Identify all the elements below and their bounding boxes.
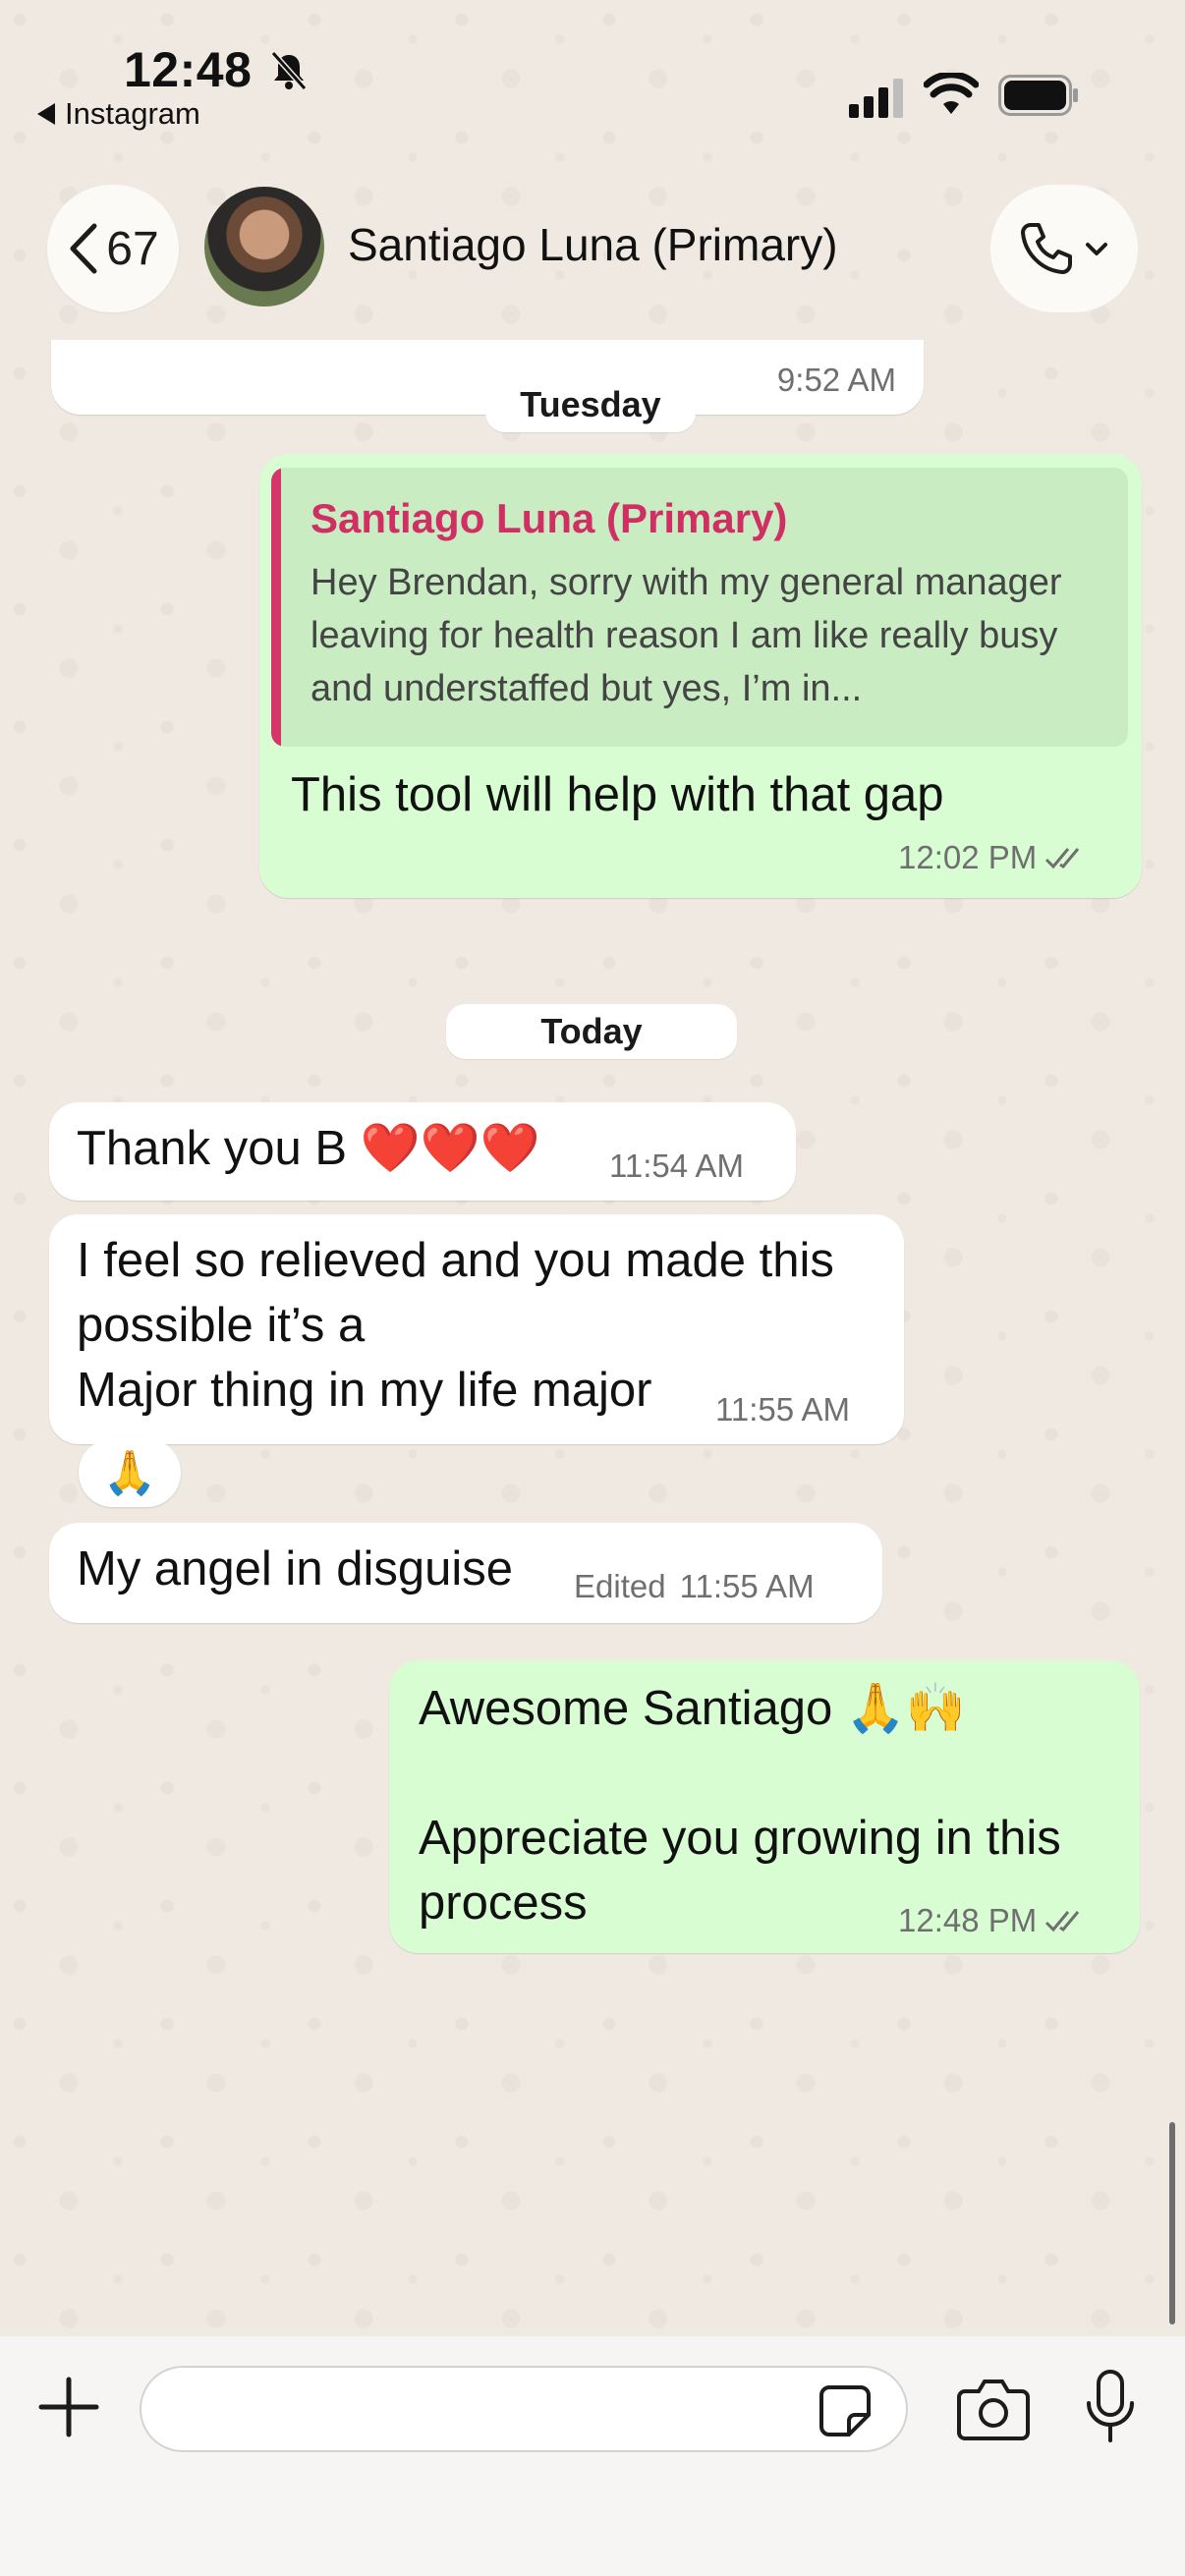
quote-author: Santiago Luna (Primary) — [310, 495, 788, 541]
date-separator-today: Today — [446, 1004, 737, 1059]
back-button[interactable]: 67 — [47, 185, 179, 312]
chevron-left-icon — [70, 223, 97, 274]
bell-off-icon — [270, 51, 308, 90]
back-app-label: Instagram — [65, 96, 200, 131]
phone-icon — [1021, 223, 1072, 274]
time-label: 11:55 AM — [715, 1391, 850, 1428]
avatar[interactable] — [204, 187, 324, 307]
call-button[interactable] — [990, 185, 1138, 312]
double-check-icon — [1045, 848, 1080, 869]
message-time: 11:55 AM — [715, 1391, 850, 1428]
quote-accent-bar — [271, 468, 281, 747]
status-bar: 12:48 Instagram — [0, 0, 1185, 147]
message-text: Thank you B ❤️❤️❤️ — [77, 1122, 540, 1175]
message-text: Awesome Santiago 🙏🙌 Appreciate you growi… — [419, 1682, 1061, 1930]
message-time: 11:54 AM — [609, 1148, 744, 1185]
double-check-icon — [1045, 1911, 1080, 1932]
wifi-icon — [924, 73, 979, 114]
battery-icon — [998, 75, 1078, 116]
sticker-icon[interactable] — [816, 2381, 875, 2440]
message-input[interactable] — [140, 2366, 908, 2452]
camera-icon[interactable] — [957, 2376, 1030, 2440]
time-label: 12:02 PM — [898, 839, 1038, 875]
message-text: My angel in disguise — [77, 1542, 513, 1596]
date-separator-tuesday: Tuesday — [485, 377, 696, 432]
contact-name[interactable]: Santiago Luna (Primary) — [348, 218, 838, 271]
time-label: 11:55 AM — [679, 1568, 815, 1604]
message-reaction[interactable]: 🙏 — [79, 1438, 181, 1507]
status-time: 12:48 — [124, 42, 253, 97]
message-text: This tool will help with that gap — [291, 768, 944, 821]
message-composer — [0, 2336, 1185, 2576]
time-label: 11:54 AM — [609, 1148, 744, 1184]
message-meta: 12:48 PM — [898, 1902, 1090, 1939]
message-meta: 12:02 PM — [898, 839, 1090, 876]
time-label: 12:48 PM — [898, 1902, 1038, 1938]
quoted-reply[interactable]: Santiago Luna (Primary) Hey Brendan, sor… — [271, 468, 1128, 747]
quote-text: Hey Brendan, sorry with my general manag… — [310, 562, 1062, 709]
message-time: 9:52 AM — [777, 362, 896, 399]
back-to-app-link[interactable]: Instagram — [37, 96, 200, 132]
plus-icon[interactable] — [37, 2376, 100, 2438]
back-triangle-icon — [37, 103, 55, 125]
edited-label: Edited — [574, 1568, 666, 1604]
message-meta: Edited 11:55 AM — [574, 1568, 815, 1605]
microphone-icon[interactable] — [1083, 2368, 1138, 2446]
time-label: 9:52 AM — [776, 362, 896, 398]
chat-header: 67 Santiago Luna (Primary) — [0, 147, 1185, 344]
scroll-indicator[interactable] — [1169, 2122, 1175, 2324]
chevron-down-icon — [1086, 243, 1107, 255]
unread-count: 67 — [106, 222, 159, 275]
signal-icon — [849, 79, 903, 118]
